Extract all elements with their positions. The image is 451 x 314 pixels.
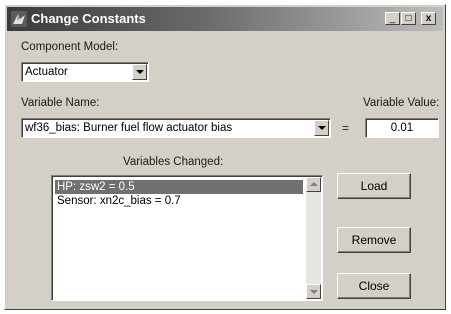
variables-changed-list[interactable]: HP: zsw2 = 0.5 Sensor: xn2c_bias = 0.7 <box>51 175 323 301</box>
maximize-icon: □ <box>405 13 412 24</box>
list-scrollbar[interactable] <box>306 177 321 299</box>
close-window-button[interactable]: x <box>421 12 436 25</box>
close-icon: x <box>425 13 432 24</box>
list-item[interactable]: Sensor: xn2c_bias = 0.7 <box>55 194 303 208</box>
change-constants-window: Change Constants _ □ x Component Model: … <box>4 4 446 310</box>
variable-value-label: Variable Value: <box>363 97 440 109</box>
minimize-icon: _ <box>389 13 396 24</box>
component-model-label: Component Model: <box>21 41 119 53</box>
scroll-down-icon[interactable] <box>306 284 321 299</box>
variable-name-dropdown[interactable]: wf36_bias: Burner fuel flow actuator bia… <box>21 118 331 138</box>
variables-changed-label: Variables Changed: <box>123 156 224 168</box>
app-icon <box>11 11 27 27</box>
title-bar[interactable]: Change Constants _ □ x <box>7 7 443 31</box>
chevron-down-icon[interactable] <box>132 64 147 80</box>
equals-sign: = <box>342 121 350 135</box>
remove-button[interactable]: Remove <box>337 227 411 253</box>
chevron-down-icon[interactable] <box>314 120 329 136</box>
close-button[interactable]: Close <box>337 273 411 299</box>
component-model-value: Actuator <box>25 66 68 78</box>
minimize-button[interactable]: _ <box>385 12 400 25</box>
list-item[interactable]: HP: zsw2 = 0.5 <box>55 180 303 194</box>
variable-name-label: Variable Name: <box>21 97 100 109</box>
component-model-dropdown[interactable]: Actuator <box>21 62 149 82</box>
variable-name-value: wf36_bias: Burner fuel flow actuator bia… <box>25 122 233 134</box>
maximize-button[interactable]: □ <box>401 12 416 25</box>
window-title: Change Constants <box>31 11 146 26</box>
scroll-up-icon[interactable] <box>306 177 321 192</box>
variable-value-input[interactable]: 0.01 <box>365 118 439 138</box>
load-button[interactable]: Load <box>337 173 411 199</box>
